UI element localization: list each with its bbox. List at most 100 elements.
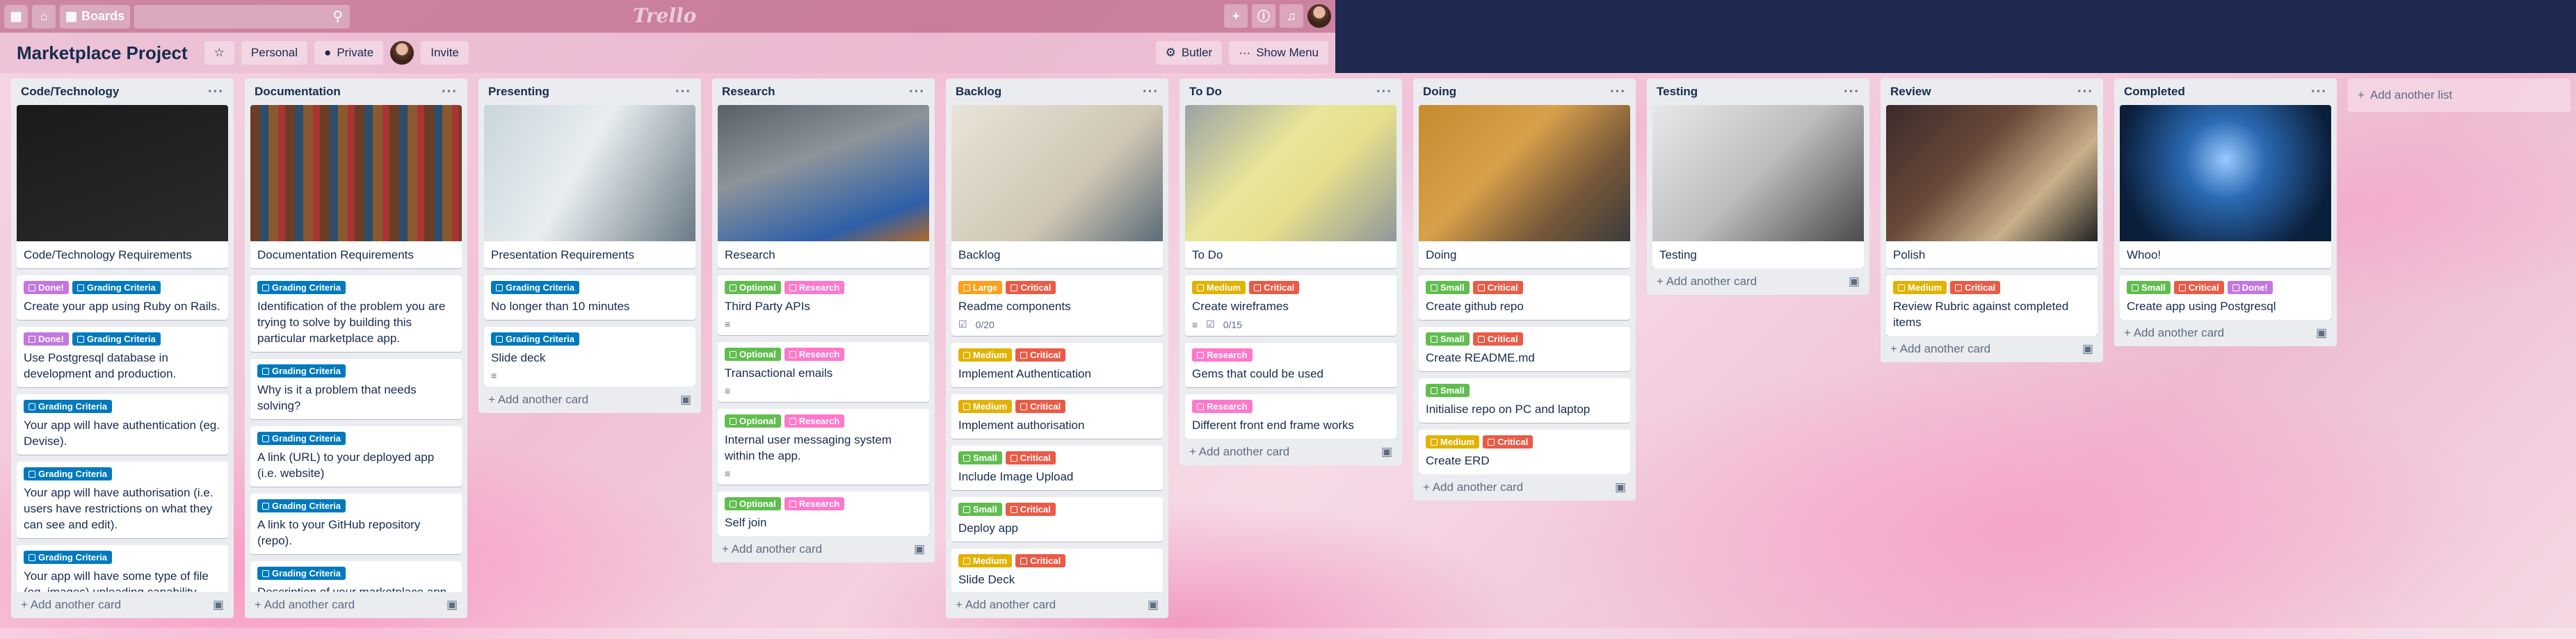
card[interactable]: Large Critical Readme components ☑ 0/20 <box>951 275 1163 336</box>
card-label[interactable]: Medium <box>958 554 1013 567</box>
list-menu-icon[interactable]: ··· <box>1844 84 1860 100</box>
card[interactable]: Research <box>718 105 929 268</box>
card-template-icon[interactable]: ▣ <box>1615 480 1626 494</box>
card[interactable]: Medium Critical Create wireframes ≡ ☑ 0/15 <box>1185 275 1396 336</box>
list-menu-icon[interactable]: ··· <box>208 84 224 100</box>
card[interactable]: Research Different front end frame works <box>1185 394 1396 439</box>
card-label[interactable]: Research <box>1192 348 1253 362</box>
card[interactable]: Grading Criteria Your app will have authe… <box>17 394 228 455</box>
list-title[interactable]: Documentation <box>255 85 341 99</box>
card[interactable]: Whoo! <box>2120 105 2331 268</box>
list-title[interactable]: Testing <box>1657 85 1698 99</box>
card-label[interactable]: Research <box>784 281 845 294</box>
card-label[interactable]: Optional <box>725 497 781 510</box>
card-label[interactable]: Critical <box>1015 348 1066 362</box>
card[interactable]: Done! Grading Criteria Create your app usi… <box>17 275 228 320</box>
card[interactable]: Grading Criteria Slide deck ≡ <box>484 327 695 387</box>
card-label[interactable]: Grading Criteria <box>257 567 346 580</box>
list-title[interactable]: Presenting <box>488 85 549 99</box>
board-title[interactable]: Marketplace Project <box>7 42 198 64</box>
card-label[interactable]: Small <box>958 503 1002 516</box>
list-header[interactable]: Documentation ··· <box>245 79 467 105</box>
card-template-icon[interactable]: ▣ <box>1381 445 1392 459</box>
card-template-icon[interactable]: ▣ <box>446 598 458 612</box>
card[interactable]: Polish <box>1886 105 2098 268</box>
card-label[interactable]: Critical <box>1472 281 1523 294</box>
list-menu-icon[interactable]: ··· <box>1143 84 1159 100</box>
card[interactable]: Grading Criteria No longer than 10 minute… <box>484 275 695 320</box>
card-label[interactable]: Critical <box>1005 451 1056 464</box>
star-icon[interactable]: ☆ <box>204 41 234 65</box>
list-header[interactable]: Code/Technology ··· <box>11 79 234 105</box>
card-label[interactable]: Critical <box>2173 281 2224 294</box>
list-title[interactable]: To Do <box>1189 85 1222 99</box>
card-template-icon[interactable]: ▣ <box>1849 275 1860 289</box>
card-label[interactable]: Critical <box>1472 332 1523 346</box>
card-label[interactable]: Medium <box>958 348 1013 362</box>
card-template-icon[interactable]: ▣ <box>2316 326 2327 340</box>
card[interactable]: Grading Criteria Identification of the pr… <box>250 275 462 352</box>
card-label[interactable]: Grading Criteria <box>257 364 346 378</box>
list-header[interactable]: Backlog ··· <box>946 79 1168 105</box>
list-header[interactable]: Review ··· <box>1881 79 2103 105</box>
card-label[interactable]: Critical <box>1015 554 1066 567</box>
card[interactable]: Grading Criteria Why is it a problem that… <box>250 359 462 419</box>
card[interactable]: Grading Criteria Your app will have autho… <box>17 462 228 538</box>
card[interactable]: Optional Research Self join <box>718 492 929 536</box>
horizontal-scrollbar[interactable] <box>0 628 2576 639</box>
card[interactable]: Backlog <box>951 105 1163 268</box>
card[interactable]: Optional Research Internal user messaging … <box>718 409 929 485</box>
card-label[interactable]: Critical <box>1005 503 1056 516</box>
add-card-button[interactable]: + Add another card ▣ <box>1881 336 2103 362</box>
butler-button[interactable]: ⚙ Butler <box>1155 41 1223 65</box>
card-label[interactable]: Done! <box>24 332 69 346</box>
card[interactable]: Grading Criteria Description of your mark… <box>250 561 462 592</box>
card[interactable]: Grading Criteria A link to your GitHub re… <box>250 494 462 554</box>
add-card-button[interactable]: + Add another card ▣ <box>2114 320 2337 346</box>
card[interactable]: Small Critical Create README.md <box>1419 327 1630 371</box>
card-label[interactable]: Done! <box>2227 281 2273 294</box>
list-menu-icon[interactable]: ··· <box>2311 84 2327 100</box>
list-menu-icon[interactable]: ··· <box>675 84 691 100</box>
list-title[interactable]: Code/Technology <box>21 85 119 99</box>
card-label[interactable]: Small <box>1426 281 1470 294</box>
card[interactable]: Medium Critical Create ERD <box>1419 430 1630 474</box>
list-title[interactable]: Review <box>1890 85 1931 99</box>
card-label[interactable]: Research <box>784 348 845 361</box>
list-title[interactable]: Doing <box>1423 85 1456 99</box>
add-card-button[interactable]: + Add another card ▣ <box>1647 268 1869 295</box>
list-header[interactable]: Testing ··· <box>1647 79 1869 105</box>
card[interactable]: Doing <box>1419 105 1630 268</box>
invite-button[interactable]: Invite <box>421 41 469 65</box>
card-label[interactable]: Optional <box>725 281 781 294</box>
show-menu-button[interactable]: ··· Show Menu <box>1229 41 1328 65</box>
notification-bell-icon[interactable]: ♫ <box>1280 4 1303 28</box>
card[interactable]: Optional Research Third Party APIs ≡ <box>718 275 929 335</box>
card-template-icon[interactable]: ▣ <box>914 542 925 556</box>
user-avatar[interactable] <box>1307 4 1331 28</box>
list-header[interactable]: To Do ··· <box>1180 79 1402 105</box>
card-label[interactable]: Grading Criteria <box>72 281 161 294</box>
add-card-button[interactable]: + Add another card ▣ <box>1180 439 1402 465</box>
card-label[interactable]: Grading Criteria <box>491 281 579 294</box>
card-label[interactable]: Medium <box>1893 281 1947 294</box>
home-icon[interactable]: ⌂ <box>32 4 56 29</box>
card[interactable]: Done! Grading Criteria Use Postgresql data… <box>17 327 228 387</box>
add-card-button[interactable]: + Add another card ▣ <box>1413 474 1636 501</box>
card[interactable]: Small Initialise repo on PC and laptop <box>1419 378 1630 423</box>
list-title[interactable]: Completed <box>2124 85 2185 99</box>
card-template-icon[interactable]: ▣ <box>680 393 691 407</box>
card[interactable]: Testing <box>1652 105 1864 268</box>
card[interactable]: Small Critical Include Image Upload <box>951 446 1163 490</box>
card-label[interactable]: Research <box>784 414 845 428</box>
card-label[interactable]: Medium <box>958 400 1013 413</box>
search-input[interactable]: ⚲ <box>134 4 351 29</box>
add-list-button[interactable]: + Add another list <box>2348 79 2570 112</box>
card[interactable]: Code/Technology Requirements <box>17 105 228 268</box>
card-template-icon[interactable]: ▣ <box>2082 342 2093 356</box>
card-label[interactable]: Grading Criteria <box>257 499 346 512</box>
add-card-button[interactable]: + Add another card ▣ <box>478 387 701 413</box>
visibility-button[interactable]: ● Private <box>314 41 384 65</box>
list-menu-icon[interactable]: ··· <box>909 84 925 100</box>
card-label[interactable]: Large <box>958 281 1003 294</box>
